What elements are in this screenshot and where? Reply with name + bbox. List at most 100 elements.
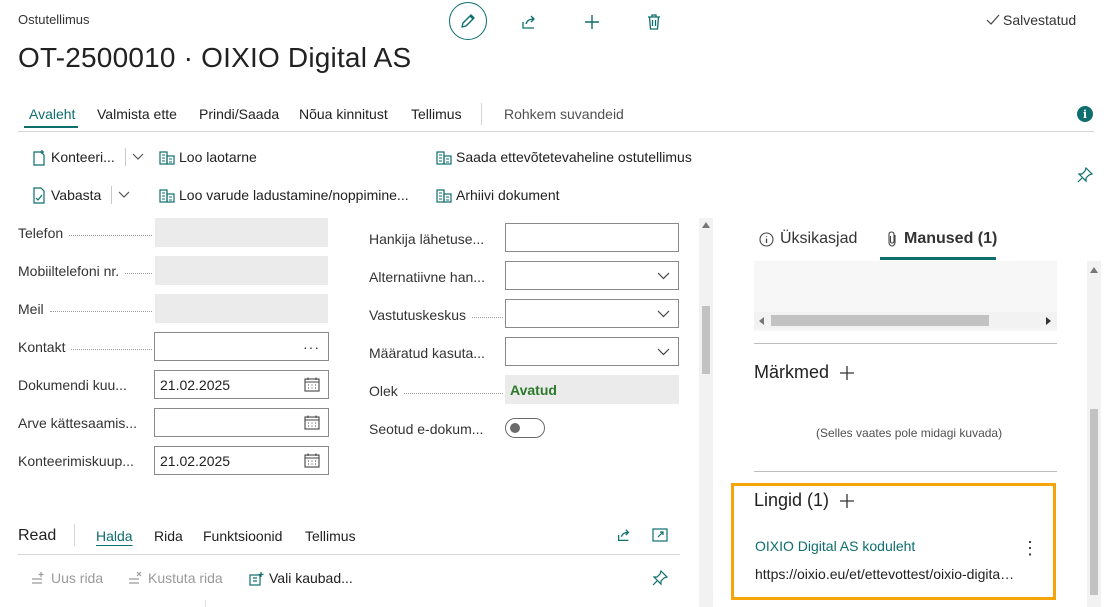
calendar-icon[interactable]	[304, 377, 320, 392]
contact-field[interactable]: ···	[154, 332, 329, 361]
warehouse-icon	[159, 189, 175, 203]
links-header: Lingid (1)	[754, 490, 855, 511]
pin-lines-button[interactable]	[652, 570, 668, 586]
intercompany-icon	[436, 151, 452, 165]
post-label: Konteeri...	[51, 149, 115, 165]
share-icon	[522, 15, 535, 29]
delete-line-button[interactable]: Kustuta rida	[128, 568, 223, 588]
scroll-left-icon[interactable]	[759, 317, 764, 325]
main-scrollbar[interactable]	[699, 218, 713, 607]
linked-edocs-label: Seotud e-dokum...	[369, 421, 484, 437]
tab-order[interactable]: Tellimus	[411, 106, 462, 122]
scrollbar-thumb[interactable]	[702, 306, 710, 374]
lines-tab-functions[interactable]: Funktsioonid	[203, 528, 282, 544]
lines-expand-button[interactable]	[652, 527, 668, 542]
divider	[74, 524, 75, 546]
attachments-hscrollbar[interactable]	[754, 312, 1057, 329]
select-items-label: Vali kaubad...	[269, 570, 353, 586]
add-link-plus-icon[interactable]	[839, 493, 855, 509]
release-doc-icon	[33, 186, 45, 204]
document-date-label: Dokumendi kuu...	[18, 377, 127, 393]
phone-field	[155, 218, 328, 247]
save-status-label: Salvestatud	[1003, 12, 1077, 28]
divider	[754, 343, 1057, 344]
delete-button[interactable]	[636, 4, 672, 40]
release-button[interactable]: Vabasta	[32, 185, 130, 205]
document-date-field[interactable]: 21.02.2025	[154, 370, 329, 399]
tab-prepare[interactable]: Valmista ette	[97, 106, 177, 122]
alt-vendor-select[interactable]	[505, 261, 679, 290]
tab-attachments[interactable]: Manused (1)	[886, 230, 997, 248]
more-options-button[interactable]: Rohkem suvandeid	[504, 106, 624, 122]
delete-line-icon	[129, 571, 142, 584]
divider	[18, 554, 680, 555]
chevron-down-icon	[657, 272, 670, 279]
alt-vendor-label: Alternatiivne han...	[369, 269, 485, 285]
calendar-icon[interactable]	[304, 415, 320, 430]
pin-icon	[1077, 167, 1093, 183]
column-divider	[205, 600, 206, 607]
assigned-user-label: Määratud kasuta...	[369, 345, 485, 361]
phone-label: Telefon	[18, 225, 152, 241]
assigned-user-select[interactable]	[505, 337, 679, 366]
release-dropdown[interactable]	[111, 186, 130, 204]
tab-request-approval[interactable]: Nõua kinnitust	[299, 106, 388, 122]
share-button[interactable]	[511, 4, 547, 40]
archive-document-label: Arhiivi dokument	[456, 187, 560, 203]
delete-line-label: Kustuta rida	[148, 570, 223, 586]
scrollbar-thumb[interactable]	[771, 315, 989, 326]
linked-edocs-toggle[interactable]	[505, 418, 545, 438]
divider	[754, 471, 1057, 472]
links-title: Lingid (1)	[754, 490, 830, 510]
send-ic-order-button[interactable]: Saada ettevõtetevaheline ostutellimus	[436, 147, 692, 167]
lines-tab-line[interactable]: Rida	[154, 528, 183, 544]
scroll-up-icon[interactable]	[702, 222, 710, 228]
link-name[interactable]: OIXIO Digital AS koduleht	[755, 538, 915, 554]
save-status: Salvestatud	[986, 12, 1076, 28]
archive-document-button[interactable]: Arhiivi dokument	[436, 185, 560, 205]
link-more-icon[interactable]: ⋮	[1021, 538, 1039, 559]
vendor-shipment-field[interactable]	[505, 223, 679, 252]
new-line-icon	[32, 572, 44, 584]
calendar-icon[interactable]	[304, 453, 320, 468]
new-button[interactable]	[574, 4, 610, 40]
scrollbar-thumb[interactable]	[1090, 409, 1098, 595]
tab-details-label: Üksikasjad	[780, 230, 858, 247]
contact-label: Kontakt	[18, 339, 152, 355]
chevron-down-icon	[657, 310, 670, 317]
add-note-plus-icon[interactable]	[839, 365, 855, 381]
share-icon	[618, 529, 630, 541]
mobile-label: Mobiiltelefoni nr.	[18, 263, 152, 279]
info-icon[interactable]: i	[1077, 106, 1093, 122]
tab-home[interactable]: Avaleht	[29, 106, 75, 122]
tab-details[interactable]: Üksikasjad	[759, 230, 857, 248]
scroll-up-icon[interactable]	[1090, 267, 1098, 273]
factbox-scrollbar[interactable]	[1087, 261, 1101, 607]
edit-button[interactable]	[449, 2, 487, 40]
pin-actions-button[interactable]	[1077, 167, 1093, 183]
plus-icon	[585, 15, 599, 29]
scroll-right-icon[interactable]	[1046, 317, 1051, 325]
invoice-received-field[interactable]	[154, 408, 329, 437]
create-whse-receipt-label: Loo laotarne	[179, 149, 257, 165]
release-label: Vabasta	[51, 187, 102, 203]
new-line-button[interactable]: Uus rida	[31, 568, 103, 588]
lines-tab-order[interactable]: Tellimus	[305, 528, 356, 544]
responsibility-center-select[interactable]	[505, 299, 679, 328]
lines-tab-manage[interactable]: Halda	[96, 528, 133, 544]
create-putaway-label: Loo varude ladustamine/noppimine...	[179, 187, 409, 203]
tab-print-send[interactable]: Prindi/Saada	[199, 106, 279, 122]
create-putaway-button[interactable]: Loo varude ladustamine/noppimine...	[159, 185, 409, 205]
status-value: Avatud	[505, 375, 679, 404]
select-items-button[interactable]: Vali kaubad...	[249, 568, 353, 588]
lines-title: Read	[18, 527, 57, 544]
create-whse-receipt-button[interactable]: Loo laotarne	[159, 147, 257, 167]
lines-share-button[interactable]	[616, 527, 632, 543]
active-tab-underline	[880, 257, 996, 260]
post-button[interactable]: Konteeri...	[32, 147, 144, 167]
more-icon[interactable]: ···	[303, 339, 328, 355]
send-ic-order-label: Saada ettevõtetevaheline ostutellimus	[456, 149, 692, 165]
post-dropdown[interactable]	[124, 148, 144, 166]
responsibility-center-label: Vastutuskeskus	[369, 307, 503, 323]
posting-date-field[interactable]: 21.02.2025	[154, 446, 329, 475]
